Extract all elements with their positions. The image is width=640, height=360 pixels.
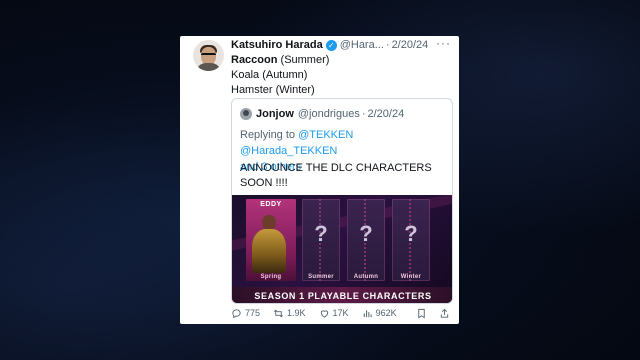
share-icon bbox=[440, 308, 449, 318]
more-options-icon[interactable]: ··· bbox=[436, 36, 451, 50]
character-panel-summer: ? bbox=[302, 199, 340, 281]
season-label-summer: Summer bbox=[308, 274, 334, 280]
fighter-head bbox=[262, 215, 276, 230]
author-handle[interactable]: @Hara... bbox=[340, 39, 384, 51]
author-name[interactable]: Katsuhiro Harada bbox=[231, 39, 323, 51]
season-banner: SEASON 1 PLAYABLE CHARACTERS bbox=[232, 287, 452, 303]
tweet-line: Hamster (Winter) bbox=[231, 83, 329, 98]
quote-author-handle[interactable]: @jondrigues bbox=[298, 108, 360, 120]
meta-dot: · bbox=[385, 39, 390, 51]
tweet-line-rest: (Summer) bbox=[277, 54, 330, 66]
retweet-icon bbox=[274, 309, 283, 317]
quote-author-name[interactable]: Jonjow bbox=[256, 108, 294, 120]
reply-count: 775 bbox=[245, 308, 261, 318]
reply-icon bbox=[232, 308, 241, 319]
tweet-line-bold: Raccoon bbox=[231, 54, 278, 66]
quote-avatar[interactable] bbox=[240, 108, 252, 120]
avatar-shirt bbox=[196, 63, 221, 71]
like-count: 17K bbox=[332, 308, 349, 318]
reply-button[interactable]: 775 bbox=[231, 308, 260, 319]
tweet-card: Katsuhiro Harada ✓ @Hara... · 2/20/24 ··… bbox=[180, 36, 459, 324]
views-count: 962K bbox=[375, 308, 397, 318]
views-icon bbox=[363, 309, 372, 317]
like-button[interactable]: 17K bbox=[319, 308, 349, 319]
share-button[interactable] bbox=[439, 308, 453, 319]
heart-icon bbox=[320, 309, 328, 318]
bookmark-button[interactable] bbox=[416, 308, 430, 319]
character-panel-autumn: ? bbox=[347, 199, 385, 281]
tweet-date[interactable]: 2/20/24 bbox=[392, 39, 429, 51]
locked-placeholder: ? bbox=[404, 221, 418, 246]
author-avatar[interactable] bbox=[193, 40, 224, 71]
locked-placeholder: ? bbox=[359, 221, 373, 246]
quote-header: Jonjow @jondrigues · 2/20/24 bbox=[240, 108, 404, 120]
views-button[interactable]: 962K bbox=[362, 308, 397, 319]
verified-badge-icon: ✓ bbox=[325, 39, 337, 51]
quote-meta-dot: · bbox=[361, 108, 366, 120]
tweet-header: Katsuhiro Harada ✓ @Hara... · 2/20/24 ··… bbox=[231, 36, 451, 53]
locked-placeholder: ? bbox=[314, 221, 328, 246]
season-label-autumn: Autumn bbox=[353, 274, 379, 280]
retweet-count: 1.9K bbox=[287, 308, 306, 318]
tweet-line-rest: Koala (Autumn) bbox=[231, 69, 308, 81]
quote-image[interactable]: EDDY ? ? ? Spring Summer Autumn Winter S… bbox=[232, 195, 452, 303]
season-label-winter: Winter bbox=[400, 274, 422, 280]
season-label-spring: Spring bbox=[260, 274, 282, 280]
tweet-text: Raccoon (Summer) Koala (Autumn) Hamster … bbox=[231, 53, 329, 98]
fighter-body bbox=[252, 229, 286, 273]
character-panel-winter: ? bbox=[392, 199, 430, 281]
bookmark-icon bbox=[418, 308, 425, 318]
quote-date[interactable]: 2/20/24 bbox=[368, 108, 405, 120]
tweet-line: Koala (Autumn) bbox=[231, 68, 329, 83]
quoted-tweet[interactable]: Jonjow @jondrigues · 2/20/24 Replying to… bbox=[231, 98, 453, 304]
fighter-name: EDDY bbox=[260, 201, 282, 208]
tweet-actions: 775 1.9K 17K 962K bbox=[231, 306, 453, 320]
quote-text: ANNOUNCE THE DLC CHARACTERS SOON !!!! bbox=[240, 162, 432, 189]
replying-prefix: Replying to bbox=[240, 129, 299, 141]
retweet-button[interactable]: 1.9K bbox=[273, 308, 306, 319]
avatar-glasses bbox=[201, 53, 216, 57]
tweet-line-rest: Hamster (Winter) bbox=[231, 84, 315, 96]
tweet-line: Raccoon (Summer) bbox=[231, 53, 329, 68]
